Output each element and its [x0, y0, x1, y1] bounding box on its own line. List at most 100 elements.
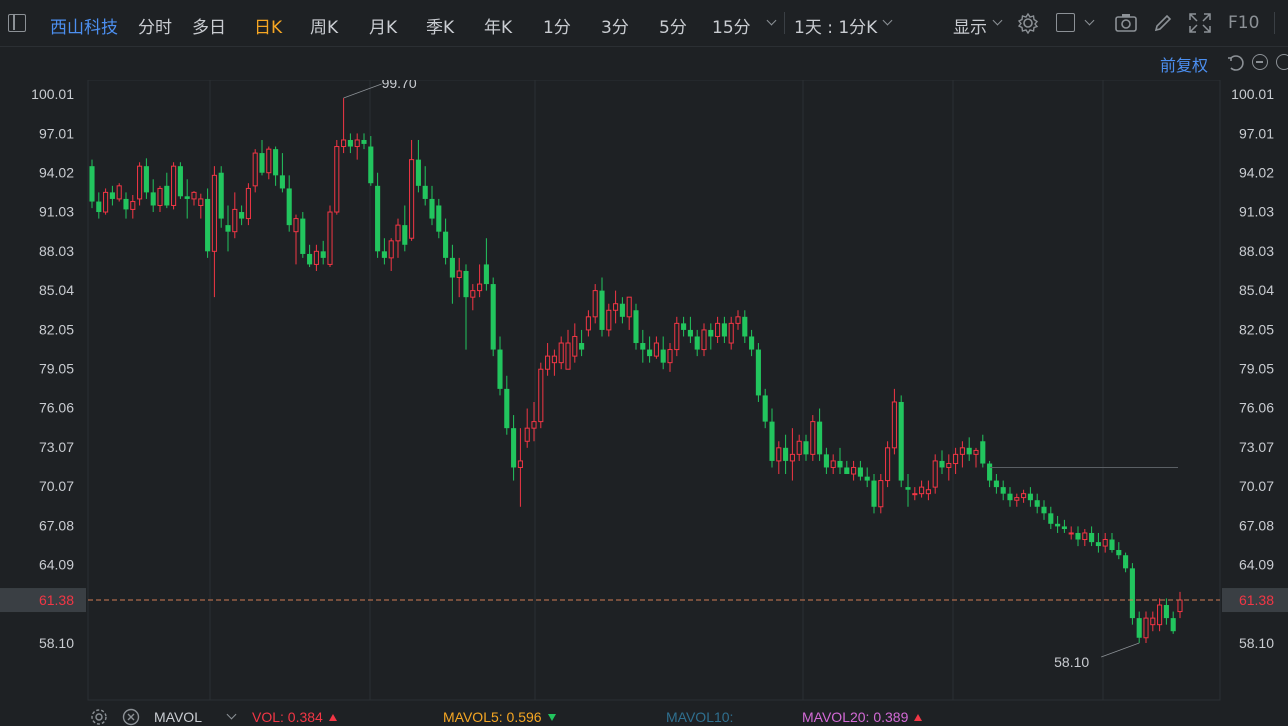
candle-body-down: [504, 388, 510, 429]
tab-intraday[interactable]: 分时: [138, 13, 172, 38]
candle-body-up: [878, 480, 884, 508]
select-chevron-down-icon[interactable]: [1084, 15, 1095, 26]
pencil-icon[interactable]: [1152, 12, 1174, 34]
tab-monthly-k[interactable]: 月K: [369, 13, 397, 38]
candle-body-down: [939, 460, 945, 468]
range-select[interactable]: 1天 : 1分K: [794, 13, 877, 38]
low-price-label: 58.10: [1054, 654, 1089, 670]
tab-daily-k[interactable]: 日K: [254, 13, 282, 38]
candle-body-down: [898, 401, 904, 481]
candle-body-down: [742, 316, 748, 337]
candle-body-down: [123, 198, 129, 210]
tab-5min[interactable]: 5分: [659, 13, 687, 38]
candle-body-up: [157, 187, 163, 206]
candle-body-up: [925, 489, 931, 495]
y-tick-label-right: 64.09: [1239, 557, 1274, 573]
candle-body-down: [164, 185, 170, 206]
range-chevron-down-icon[interactable]: [882, 15, 893, 26]
stock-name[interactable]: 西山科技: [50, 13, 118, 38]
tab-15min[interactable]: 15分: [712, 13, 751, 38]
candle-body-down: [708, 329, 714, 337]
indicator-gear-icon[interactable]: [90, 708, 108, 726]
tab-1min[interactable]: 1分: [543, 13, 571, 38]
tab-3min[interactable]: 3分: [601, 13, 629, 38]
candle-body-down: [375, 185, 381, 252]
candle-body-down: [694, 336, 700, 350]
candle-body-down: [905, 487, 911, 490]
indicator-chevron-down-icon[interactable]: [226, 709, 237, 720]
candle-body-up: [327, 211, 333, 265]
candle-body-up: [266, 148, 272, 174]
candle-body-up: [524, 427, 530, 442]
candle-body-down: [980, 441, 986, 464]
camera-icon[interactable]: [1114, 12, 1138, 34]
square-select-icon[interactable]: [1056, 13, 1075, 32]
f10-button[interactable]: F10: [1228, 13, 1259, 33]
candle-body-down: [1089, 532, 1095, 543]
y-tick-label-right: 91.03: [1239, 204, 1274, 220]
candle-body-up: [354, 139, 360, 148]
y-tick-label-left: 88.03: [39, 243, 74, 259]
candle-body-down: [993, 480, 999, 488]
toolbar-divider-right: [1274, 12, 1275, 34]
plot-frame: [87, 80, 1221, 701]
zoom-in-icon[interactable]: [1276, 54, 1288, 70]
period-more-chevron-icon[interactable]: [766, 15, 777, 26]
candle-body-down: [422, 185, 428, 199]
vol-value: VOL: 0.384: [252, 709, 337, 725]
indicator-name[interactable]: MAVOL: [154, 709, 202, 725]
indicator-bar: MAVOL VOL: 0.384 MAVOL5: 0.596 MAVOL10: …: [0, 706, 1288, 726]
y-tick-label-left: 64.09: [39, 557, 74, 573]
display-menu[interactable]: 显示: [953, 13, 987, 38]
indicator-close-icon[interactable]: [122, 708, 140, 726]
y-tick-label-right: 73.07: [1239, 439, 1274, 455]
candle-body-up: [1082, 532, 1088, 541]
mavol20-value: MAVOL20: 0.389: [802, 709, 923, 725]
gear-icon[interactable]: [1017, 12, 1039, 34]
candle-body-up: [592, 290, 598, 318]
sidebar-toggle-icon[interactable]: [8, 14, 26, 32]
candle-body-up: [538, 368, 544, 423]
high-price-label: 99.70: [382, 80, 417, 91]
display-chevron-down-icon[interactable]: [992, 15, 1003, 26]
candle-body-up: [245, 187, 251, 220]
candle-body-down: [647, 349, 653, 357]
fullscreen-icon[interactable]: [1188, 12, 1212, 34]
candle-body-up: [1157, 604, 1163, 626]
candle-body-up: [409, 159, 415, 239]
candle-body-down: [300, 218, 306, 254]
undo-icon[interactable]: [1226, 54, 1244, 72]
candle-body-down: [823, 454, 829, 468]
tab-quarterly-k[interactable]: 季K: [426, 13, 454, 38]
candle-body-up: [789, 453, 795, 462]
zoom-out-icon[interactable]: [1252, 54, 1268, 70]
tab-multi-day[interactable]: 多日: [192, 13, 226, 38]
candle-body-up: [103, 191, 109, 213]
y-tick-label-left: 67.08: [39, 517, 74, 533]
adjust-mode-label[interactable]: 前复权: [1160, 52, 1208, 76]
tab-yearly-k[interactable]: 年K: [484, 13, 512, 38]
candlestick-chart[interactable]: 100.01 100.01 97.01 97.01 94.02 94.02 91.03 91.…: [0, 80, 1288, 706]
mavol5-down-arrow-icon: [547, 714, 556, 721]
tab-weekly-k[interactable]: 周K: [310, 13, 338, 38]
candle-body-down: [755, 349, 761, 396]
candle-body-up: [932, 460, 938, 488]
candle-body-down: [1170, 618, 1176, 632]
candle-body-down: [1048, 513, 1054, 524]
candle-body-up: [973, 449, 979, 455]
candle-body-up: [1014, 497, 1020, 501]
candle-body-down: [429, 198, 435, 219]
y-tick-label-right: 97.01: [1239, 125, 1274, 141]
candle-body-down: [1123, 555, 1129, 569]
candle-body-up: [558, 342, 564, 364]
candle-body-down: [273, 149, 279, 176]
y-tick-label-left: 85.04: [39, 282, 74, 298]
y-tick-label-left: 79.05: [39, 361, 74, 377]
candle-body-up: [1102, 539, 1108, 547]
candle-body-up: [531, 421, 537, 429]
candle-body-down: [368, 146, 374, 184]
candle-body-down: [347, 139, 353, 147]
candle-body-down: [769, 421, 775, 461]
candle-body-down: [681, 323, 687, 330]
candle-body-down: [307, 253, 313, 265]
